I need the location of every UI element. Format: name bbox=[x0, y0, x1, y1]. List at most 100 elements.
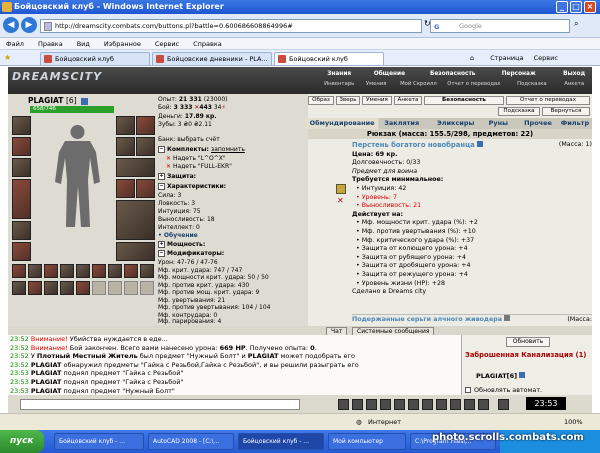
menu-tools[interactable]: Сервис bbox=[155, 40, 179, 48]
helmet-slot[interactable] bbox=[12, 116, 31, 135]
spell-slot-2[interactable] bbox=[28, 281, 42, 295]
rune-slot-4[interactable] bbox=[60, 264, 74, 278]
subnav-inventory[interactable]: Инвентарь bbox=[324, 80, 354, 89]
rune-slot-7[interactable] bbox=[108, 264, 122, 278]
sit-icon[interactable] bbox=[498, 399, 509, 410]
chat-time[interactable]: 23:53 bbox=[10, 369, 31, 377]
sets-section[interactable]: − Комплекты: запомнить bbox=[158, 146, 298, 154]
boots-slot[interactable] bbox=[116, 242, 155, 261]
spell-slot-1[interactable] bbox=[12, 281, 26, 295]
scroll-icon[interactable] bbox=[408, 399, 419, 410]
delete-icon[interactable]: ✕ bbox=[166, 155, 171, 162]
spell-slot-3[interactable] bbox=[44, 281, 58, 295]
tab-spells[interactable]: Заклятия bbox=[384, 118, 419, 129]
map-icon[interactable] bbox=[450, 399, 461, 410]
translit-icon[interactable] bbox=[380, 399, 391, 410]
hint-button[interactable]: Подсказка bbox=[498, 107, 540, 116]
nav-knowledge[interactable]: Знания bbox=[327, 70, 351, 79]
protection-section[interactable]: + Защита: bbox=[158, 173, 298, 181]
profile-button[interactable]: Анкета bbox=[394, 96, 422, 105]
auto-refresh-checkbox[interactable]: Обновлять автомат. bbox=[465, 386, 542, 394]
tab-3[interactable]: Бойцовский клуб bbox=[274, 52, 384, 65]
ring2-slot[interactable] bbox=[116, 179, 135, 198]
tab-2[interactable]: Бойцовские дневники - PLA... bbox=[152, 52, 272, 65]
info-icon[interactable] bbox=[519, 372, 526, 378]
belt-slot[interactable] bbox=[12, 221, 31, 240]
zoom-level[interactable]: 100% bbox=[564, 414, 583, 431]
chat-time[interactable]: 23:53 bbox=[10, 378, 31, 386]
page-menu[interactable]: Страница bbox=[490, 54, 523, 62]
settings-icon[interactable] bbox=[436, 399, 447, 410]
subnav-profile[interactable]: Анкета bbox=[564, 80, 584, 89]
security-button[interactable]: Безопасность bbox=[424, 96, 504, 105]
rune-slot-3[interactable] bbox=[44, 264, 58, 278]
refresh-button[interactable]: Обновить bbox=[506, 337, 550, 347]
rune-slot-8[interactable] bbox=[124, 264, 138, 278]
amulet-slot[interactable] bbox=[136, 137, 155, 156]
set-item-1[interactable]: ✕ Надеть "L^O^X" bbox=[166, 155, 226, 163]
body-armor-slot[interactable] bbox=[12, 179, 31, 219]
tab-1[interactable]: Бойцовский клуб bbox=[40, 52, 150, 65]
chat-nick[interactable]: PLAGIAT bbox=[31, 361, 62, 369]
menu-edit[interactable]: Правка bbox=[38, 40, 63, 48]
search-icon[interactable]: ⌕ bbox=[574, 19, 578, 29]
search-input[interactable]: G Google bbox=[430, 19, 570, 33]
delete-icon[interactable]: ✕ bbox=[166, 163, 171, 170]
tab-elixirs[interactable]: Эликсиры bbox=[437, 118, 474, 129]
skills-button[interactable]: Умения bbox=[362, 96, 392, 105]
chat-time[interactable]: 23:52 bbox=[10, 344, 31, 352]
bank-link[interactable]: Банк: выбрать счёт bbox=[158, 136, 220, 144]
taskbar-item[interactable]: Бойцовский клуб - ... bbox=[238, 433, 324, 450]
tab-system[interactable]: Системные сообщения bbox=[352, 327, 435, 335]
clear-icon[interactable] bbox=[366, 399, 377, 410]
subnav-hint[interactable]: Подсказка bbox=[517, 80, 547, 89]
subnav-scroll[interactable]: Мой Скроилл bbox=[400, 80, 437, 89]
obraz-button[interactable]: Образ bbox=[308, 96, 334, 105]
item-image[interactable] bbox=[336, 184, 346, 194]
spell-slot-7[interactable] bbox=[108, 281, 122, 295]
earrings-slot[interactable] bbox=[116, 137, 135, 156]
info-icon[interactable] bbox=[81, 97, 89, 105]
users-icon[interactable] bbox=[464, 399, 475, 410]
bracelet-slot[interactable] bbox=[136, 116, 155, 135]
shield-slot[interactable] bbox=[116, 200, 155, 240]
room-user[interactable]: PLAGIAT[6] bbox=[476, 372, 526, 380]
menu-file[interactable]: Файл bbox=[6, 40, 24, 48]
tab-chat[interactable]: Чат bbox=[326, 327, 348, 335]
menu-help[interactable]: Справка bbox=[193, 40, 222, 48]
subnav-transfers[interactable]: Отчет о переводах bbox=[447, 80, 500, 89]
power-section[interactable]: + Мощность: bbox=[158, 241, 298, 249]
tab-other[interactable]: Прочее bbox=[524, 118, 552, 129]
chat-nick[interactable]: PLAGIAT bbox=[31, 387, 62, 395]
info-icon[interactable] bbox=[476, 141, 483, 147]
spell-slot-5[interactable] bbox=[76, 281, 90, 295]
rune-slot-9[interactable] bbox=[140, 264, 154, 278]
chat-time[interactable]: 23:52 bbox=[10, 335, 31, 343]
taskbar-item[interactable]: AutoCAD 2008 - [C:\... bbox=[148, 433, 234, 450]
ring-slot[interactable] bbox=[116, 116, 135, 135]
gloves-slot[interactable] bbox=[12, 242, 31, 261]
address-input[interactable]: http://dreamscity.combats.com/buttons.pl… bbox=[40, 19, 422, 33]
armor-slot[interactable] bbox=[12, 158, 31, 177]
window-title-bar[interactable]: Бойцовский клуб - Windows Internet Explo… bbox=[0, 0, 600, 14]
back-icon[interactable]: ◀ bbox=[3, 17, 19, 33]
chat-time[interactable]: 23:52 bbox=[10, 361, 31, 369]
nav-character[interactable]: Персонаж bbox=[502, 70, 536, 79]
rune-slot-1[interactable] bbox=[12, 264, 26, 278]
nav-social[interactable]: Общение bbox=[374, 70, 405, 79]
taskbar-item[interactable]: Бойцовский клуб - ... bbox=[54, 433, 144, 450]
chat-time[interactable]: 23:53 bbox=[10, 387, 31, 395]
forward-icon[interactable]: ▶ bbox=[21, 17, 37, 33]
rune-slot-2[interactable] bbox=[28, 264, 42, 278]
chat-nick[interactable]: Плотный Местный Житель bbox=[37, 352, 138, 360]
ring3-slot[interactable] bbox=[136, 179, 155, 198]
chat-input[interactable] bbox=[20, 399, 300, 410]
tab-equipment[interactable]: Обмундирование bbox=[305, 118, 379, 129]
menu-view[interactable]: Вид bbox=[77, 40, 90, 48]
taskbar-item[interactable]: Мой компьютер bbox=[328, 433, 406, 450]
keyboard-icon[interactable] bbox=[422, 399, 433, 410]
training-link[interactable]: • Обучение bbox=[158, 232, 198, 240]
chat-nick[interactable]: PLAGIAT bbox=[31, 369, 62, 377]
spell-slot-9[interactable] bbox=[140, 281, 154, 295]
characteristics-section[interactable]: − Характеристики: bbox=[158, 183, 298, 191]
